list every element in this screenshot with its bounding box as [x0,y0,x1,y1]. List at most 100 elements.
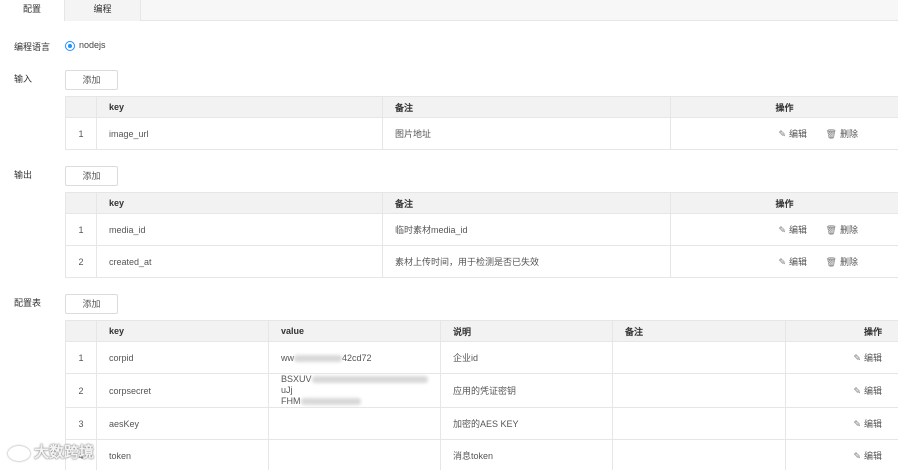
row-index: 2 [65,245,97,278]
edit-button[interactable]: ✎ 编辑 [853,351,882,364]
column-header-note: 备注 [612,320,786,342]
tab-programming[interactable]: 编程 [64,0,141,21]
row-note: 临时素材media_id [382,213,671,246]
column-header-description: 说明 [440,320,613,342]
redacted-value [294,354,342,362]
watermark: 大数跨境 [8,441,94,462]
edit-label: 编辑 [789,129,808,139]
edit-button[interactable]: ✎ 编辑 [778,127,807,140]
row-actions: ✎ 编辑 [785,439,898,470]
pencil-icon: ✎ [853,353,861,363]
row-index: 2 [65,373,97,408]
value-visible-line2: FHM [281,396,301,406]
input-add-button[interactable]: 添加 [65,70,118,90]
row-key: aesKey [96,407,269,440]
row-actions: ✎ 编辑 [785,341,898,374]
table-row: 1 media_id 临时素材media_id ✎ 编辑 🗑 删除 [65,213,898,246]
row-key: image_url [96,117,383,150]
tab-bar: 配置 编程 [0,0,898,22]
nodejs-radio[interactable] [65,41,75,51]
table-row: 3 aesKey 加密的AES KEY ✎ 编辑 [65,407,898,440]
trash-icon: 🗑 [825,129,837,139]
config-add-button[interactable]: 添加 [65,294,118,314]
value-visible-start: ww [281,352,294,363]
row-key: media_id [96,213,383,246]
delete-button[interactable]: 🗑 删除 [826,255,858,268]
edit-label: 编辑 [863,451,882,461]
edit-button[interactable]: ✎ 编辑 [853,449,882,462]
row-note [612,373,786,408]
output-add-button[interactable]: 添加 [65,166,118,186]
tab-programming-label: 编程 [93,4,112,14]
row-actions: ✎ 编辑 [785,407,898,440]
edit-button[interactable]: ✎ 编辑 [778,255,807,268]
pencil-icon: ✎ [853,419,861,429]
column-header-index [65,192,97,214]
config-table-header: key value 说明 备注 操作 [65,320,898,342]
redacted-value [311,376,428,384]
edit-button[interactable]: ✎ 编辑 [853,417,882,430]
input-table: key 备注 操作 1 image_url 图片地址 ✎ 编辑 🗑 删除 [65,96,898,150]
trash-icon: 🗑 [825,257,837,267]
tab-config-label: 配置 [22,4,41,14]
delete-label: 删除 [839,257,858,267]
delete-button[interactable]: 🗑 删除 [826,127,858,140]
row-index: 1 [65,213,97,246]
table-row: 1 corpid ww 42cd72 企业id ✎ 编辑 [65,341,898,374]
row-key: created_at [96,245,383,278]
column-header-actions: 操作 [670,192,898,214]
row-value [268,407,441,440]
row-note: 素材上传时间，用于检测是否已失效 [382,245,671,278]
row-value [268,439,441,470]
output-section-label: 输出 [14,170,33,180]
watermark-text: 大数跨境 [34,444,95,461]
row-actions: ✎ 编辑 🗑 删除 [670,245,898,278]
pencil-icon: ✎ [778,225,787,235]
redacted-value [300,398,361,406]
pencil-icon: ✎ [778,257,787,267]
edit-label: 编辑 [789,225,808,235]
pencil-icon: ✎ [778,129,787,139]
edit-button[interactable]: ✎ 编辑 [853,384,882,397]
row-description: 应用的凭证密钥 [440,373,613,408]
column-header-key: key [96,192,383,214]
column-header-index [65,96,97,118]
row-value: BSXUVuJj FHM [268,373,441,408]
tab-config[interactable]: 配置 [0,0,64,22]
row-index: 1 [65,341,97,374]
table-row: 4 token 消息token ✎ 编辑 [65,439,898,470]
edit-button[interactable]: ✎ 编辑 [778,223,807,236]
output-table-header: key 备注 操作 [65,192,898,214]
column-header-note: 备注 [382,192,671,214]
table-row: 1 image_url 图片地址 ✎ 编辑 🗑 删除 [65,117,898,150]
pencil-icon: ✎ [853,451,861,461]
row-actions: ✎ 编辑 🗑 删除 [670,213,898,246]
row-note [612,407,786,440]
row-note: 图片地址 [382,117,671,150]
value-visible-end: uJj [281,385,293,395]
trash-icon: 🗑 [825,225,837,235]
pencil-icon: ✎ [853,386,861,396]
edit-label: 编辑 [863,386,882,396]
delete-label: 删除 [839,129,858,139]
watermark-logo-icon [8,445,30,461]
row-key: corpid [96,341,269,374]
config-section-label: 配置表 [14,298,42,308]
column-header-value: value [268,320,441,342]
row-key: corpsecret [96,373,269,408]
edit-label: 编辑 [863,419,882,429]
language-label: 编程语言 [14,42,51,52]
row-index: 3 [65,407,97,440]
row-value: ww 42cd72 [268,341,441,374]
row-description: 企业id [440,341,613,374]
column-header-index [65,320,97,342]
row-note [612,439,786,470]
row-key: token [96,439,269,470]
output-table: key 备注 操作 1 media_id 临时素材media_id ✎ 编辑 🗑 删… [65,192,898,278]
row-index: 1 [65,117,97,150]
nodejs-radio-label[interactable]: nodejs [79,40,106,50]
delete-button[interactable]: 🗑 删除 [826,223,858,236]
column-header-key: key [96,96,383,118]
row-actions: ✎ 编辑 [785,373,898,408]
row-actions: ✎ 编辑 🗑 删除 [670,117,898,150]
